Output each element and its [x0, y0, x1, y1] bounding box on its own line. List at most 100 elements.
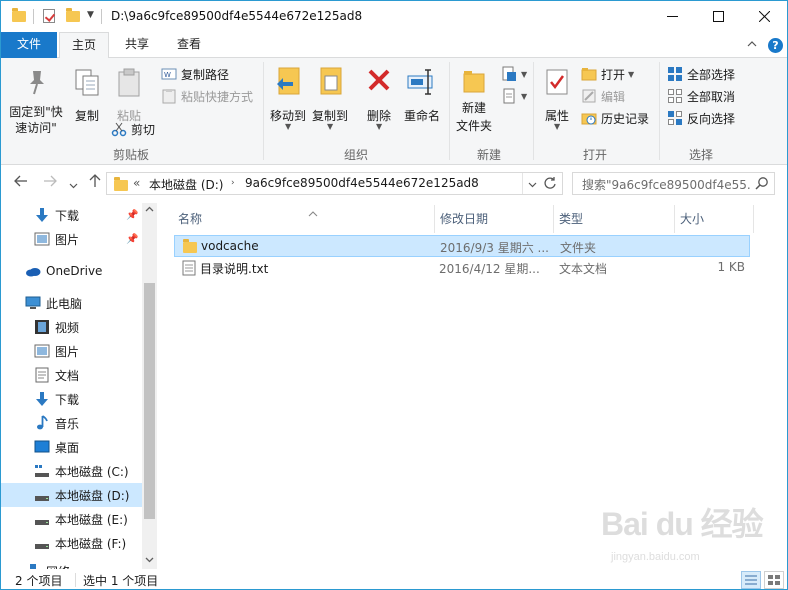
- download-icon: [34, 391, 50, 407]
- pictures-icon: [34, 231, 50, 247]
- documents-icon: [34, 367, 50, 383]
- column-header-type[interactable]: 类型: [555, 207, 673, 231]
- select-all-button[interactable]: 全部选择: [667, 64, 735, 84]
- new-folder-icon[interactable]: [65, 8, 81, 24]
- nav-item-onedrive[interactable]: OneDrive: [1, 259, 143, 283]
- forward-arrow-icon[interactable]: [43, 174, 57, 192]
- easy-access-button[interactable]: ▼: [501, 86, 527, 106]
- cut-button[interactable]: 剪切: [111, 119, 155, 139]
- easy-access-icon: [501, 88, 517, 104]
- paste-icon: [118, 68, 140, 97]
- column-header-size[interactable]: 大小: [676, 207, 752, 231]
- new-item-button[interactable]: ▼: [501, 64, 527, 84]
- nav-item-downloads[interactable]: 下载: [1, 387, 143, 411]
- up-arrow-icon[interactable]: [88, 174, 102, 192]
- nav-item-videos[interactable]: 视频: [1, 315, 143, 339]
- help-icon[interactable]: ?: [768, 38, 783, 53]
- refresh-icon[interactable]: [543, 176, 557, 193]
- nav-item-network[interactable]: 网络: [1, 559, 143, 569]
- tab-home[interactable]: 主页: [59, 32, 109, 59]
- nav-item-documents[interactable]: 文档: [1, 363, 143, 387]
- breadcrumb-drive-d[interactable]: 本地磁盘 (D:): [149, 176, 223, 193]
- properties-button[interactable]: 属性 ▼: [537, 64, 577, 142]
- rename-icon: [407, 69, 433, 95]
- paste-shortcut-button[interactable]: 粘贴快捷方式: [161, 86, 253, 106]
- scrollbar-thumb[interactable]: [144, 283, 155, 519]
- cut-label: 剪切: [131, 122, 156, 137]
- copy-to-icon: [320, 67, 342, 95]
- chevron-down-icon[interactable]: ▼: [87, 10, 94, 20]
- minimize-button[interactable]: [649, 1, 695, 32]
- breadcrumb-separator-icon[interactable]: ›: [231, 178, 235, 188]
- large-icons-view-button[interactable]: [764, 571, 784, 589]
- breadcrumb-current-folder[interactable]: 9a6c9fce89500df4e5544e672e125ad8: [245, 176, 479, 190]
- search-icon[interactable]: [755, 176, 769, 193]
- invert-selection-button[interactable]: 反向选择: [667, 108, 735, 128]
- tab-share[interactable]: 共享: [113, 32, 161, 58]
- breadcrumb-separator-icon[interactable]: ›: [471, 178, 475, 188]
- open-label: 打开: [601, 67, 626, 82]
- nav-item-this-pc[interactable]: 此电脑: [1, 291, 143, 315]
- column-header-label: 名称: [178, 212, 203, 226]
- edit-button[interactable]: 编辑: [581, 86, 625, 106]
- new-folder-label-line1: 新建: [461, 101, 486, 115]
- nav-item-label: 桌面: [55, 440, 80, 455]
- nav-item-drive-d[interactable]: 本地磁盘 (D:): [1, 483, 143, 507]
- nav-pane-scrollbar[interactable]: [142, 203, 157, 569]
- file-name: 目录说明.txt: [200, 262, 269, 276]
- scroll-down-icon[interactable]: [142, 555, 157, 566]
- open-button[interactable]: 打开 ▼: [581, 64, 634, 84]
- drive-icon: [34, 535, 50, 551]
- nav-item-pictures-pinned[interactable]: 图片 📌: [1, 227, 143, 251]
- address-row: « 本地磁盘 (D:) › 9a6c9fce89500df4e5544e672e…: [1, 165, 787, 203]
- details-view-button[interactable]: [741, 571, 761, 589]
- nav-item-music[interactable]: 音乐: [1, 411, 143, 435]
- copy-button[interactable]: 复制: [67, 64, 107, 142]
- history-button[interactable]: 历史记录: [581, 108, 649, 128]
- divider: [533, 62, 534, 160]
- maximize-button[interactable]: [695, 1, 741, 32]
- copy-path-button[interactable]: W 复制路径: [161, 64, 229, 84]
- nav-item-drive-f[interactable]: 本地磁盘 (F:): [1, 531, 143, 555]
- nav-item-drive-c[interactable]: 本地磁盘 (C:): [1, 459, 143, 483]
- tab-file[interactable]: 文件: [1, 32, 57, 58]
- rename-button[interactable]: 重命名: [399, 64, 445, 142]
- pin-quick-access-label: 固定到"快速访问": [9, 105, 63, 135]
- table-row[interactable]: 目录说明.txt 2016/4/12 星期... 文本文档 1 KB: [174, 257, 750, 279]
- scroll-up-icon[interactable]: [142, 205, 157, 216]
- watermark-url: jingyan.baidu.com: [611, 551, 700, 563]
- copy-to-button[interactable]: 复制到 ▼: [309, 64, 351, 142]
- paste-button[interactable]: 粘贴: [109, 64, 149, 123]
- nav-item-drive-e[interactable]: 本地磁盘 (E:): [1, 507, 143, 531]
- move-to-button[interactable]: 移动到 ▼: [267, 64, 309, 142]
- chevron-down-icon: ▼: [376, 122, 383, 131]
- recent-locations-chevron-icon[interactable]: [69, 176, 78, 194]
- nav-item-pictures[interactable]: 图片: [1, 339, 143, 363]
- nav-item-downloads-pinned[interactable]: 下载 📌: [1, 203, 143, 227]
- search-input[interactable]: 搜索"9a6c9fce89500df4e55...: [572, 172, 775, 195]
- properties-check-icon[interactable]: [41, 8, 57, 24]
- close-button[interactable]: [741, 1, 787, 32]
- table-row[interactable]: vodcache 2016/9/3 星期六 ... 文件夹: [174, 235, 750, 257]
- address-dropdown-icon[interactable]: [528, 178, 537, 192]
- copy-icon: [75, 69, 99, 96]
- file-name: vodcache: [201, 239, 259, 253]
- pin-icon[interactable]: 📌: [126, 234, 138, 245]
- ribbon-collapse-icon[interactable]: [747, 38, 757, 52]
- folder-icon[interactable]: [11, 8, 27, 24]
- copy-path-icon: W: [161, 66, 177, 82]
- address-overflow-chevron[interactable]: «: [133, 176, 140, 190]
- new-folder-button[interactable]: 新建 文件夹: [451, 64, 497, 142]
- column-header-name[interactable]: 名称: [174, 207, 436, 231]
- pin-quick-access-button[interactable]: 固定到"快速访问": [5, 64, 67, 142]
- delete-button[interactable]: 删除 ▼: [359, 64, 399, 142]
- column-header-date[interactable]: 修改日期: [436, 207, 554, 231]
- pin-icon[interactable]: 📌: [126, 210, 138, 221]
- tab-view[interactable]: 查看: [165, 32, 213, 58]
- this-pc-icon: [25, 295, 41, 311]
- back-arrow-icon[interactable]: [14, 174, 28, 192]
- drive-icon: [34, 487, 50, 503]
- nav-item-desktop[interactable]: 桌面: [1, 435, 143, 459]
- address-bar[interactable]: « 本地磁盘 (D:) › 9a6c9fce89500df4e5544e672e…: [106, 172, 563, 195]
- select-none-button[interactable]: 全部取消: [667, 86, 735, 106]
